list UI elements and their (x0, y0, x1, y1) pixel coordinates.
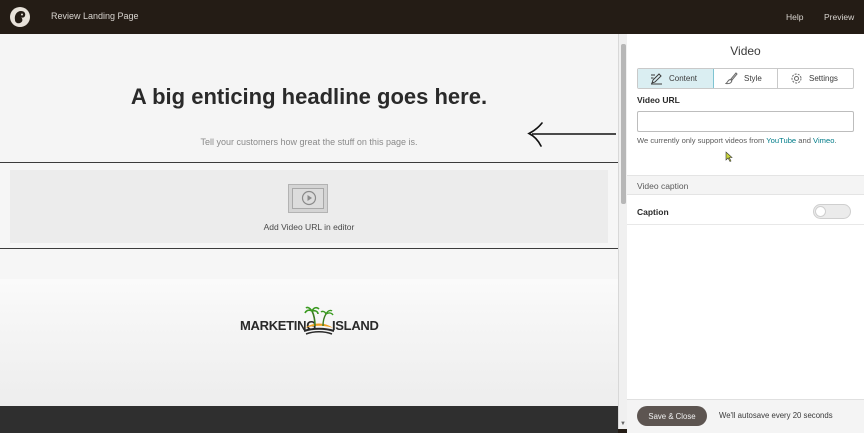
caption-label: Caption (637, 207, 669, 217)
video-support-note: We currently only support videos from Yo… (637, 136, 837, 145)
brand-logo[interactable]: MARKETING ISLAND (240, 300, 380, 338)
scrollbar-thumb[interactable] (621, 44, 626, 204)
preview-link[interactable]: Preview (824, 12, 854, 22)
page-canvas: A big enticing headline goes here. Tell … (0, 34, 618, 406)
play-icon (301, 190, 317, 206)
scroll-down-arrow-icon[interactable]: ▼ (620, 421, 626, 427)
video-editor-panel: Video Content Style Settings Video URL W… (627, 34, 864, 433)
mouse-cursor-icon (725, 151, 733, 162)
tab-settings[interactable]: Settings (778, 69, 854, 88)
tab-settings-label: Settings (809, 74, 838, 83)
toggle-knob (815, 206, 826, 217)
editor-tabs: Content Style Settings (637, 68, 854, 89)
gear-icon (791, 73, 802, 84)
palm-tree-icon (303, 306, 335, 335)
tab-content-label: Content (669, 74, 698, 83)
footer-section[interactable] (0, 279, 618, 406)
autosave-note: We'll autosave every 20 seconds (719, 411, 833, 420)
brush-icon (725, 72, 738, 85)
caption-toggle[interactable] (813, 204, 851, 219)
page-bottom-section (0, 406, 618, 433)
top-bar: Review Landing Page Help Preview (0, 0, 864, 34)
headline-text[interactable]: A big enticing headline goes here. (0, 84, 618, 110)
canvas-scrollbar[interactable]: ▼ (618, 34, 627, 429)
video-placeholder-label: Add Video URL in editor (263, 222, 355, 232)
video-url-label: Video URL (637, 95, 680, 105)
panel-title: Video (730, 44, 761, 58)
tab-style[interactable]: Style (714, 69, 778, 88)
headline-section[interactable]: A big enticing headline goes here. Tell … (0, 34, 618, 163)
brand-logo-text-right: ISLAND (332, 318, 379, 333)
youtube-link[interactable]: YouTube (766, 136, 796, 145)
section-header-label: Video caption (637, 181, 689, 191)
panel-footer: Save & Close We'll autosave every 20 sec… (627, 399, 864, 433)
mailchimp-logo-icon[interactable] (9, 6, 31, 28)
vimeo-link[interactable]: Vimeo (813, 136, 834, 145)
pencil-icon (651, 73, 662, 85)
save-close-button[interactable]: Save & Close (637, 406, 707, 426)
video-url-input[interactable] (637, 111, 854, 132)
page-title: Review Landing Page (51, 11, 139, 21)
caption-row: Caption (627, 195, 864, 225)
tab-style-label: Style (744, 74, 762, 83)
arrow-annotation-icon (527, 122, 616, 147)
section-divider (0, 248, 618, 249)
tab-content[interactable]: Content (638, 69, 714, 88)
help-link[interactable]: Help (786, 12, 803, 22)
video-placeholder[interactable] (288, 184, 328, 213)
video-caption-section-header[interactable]: Video caption (627, 175, 864, 195)
